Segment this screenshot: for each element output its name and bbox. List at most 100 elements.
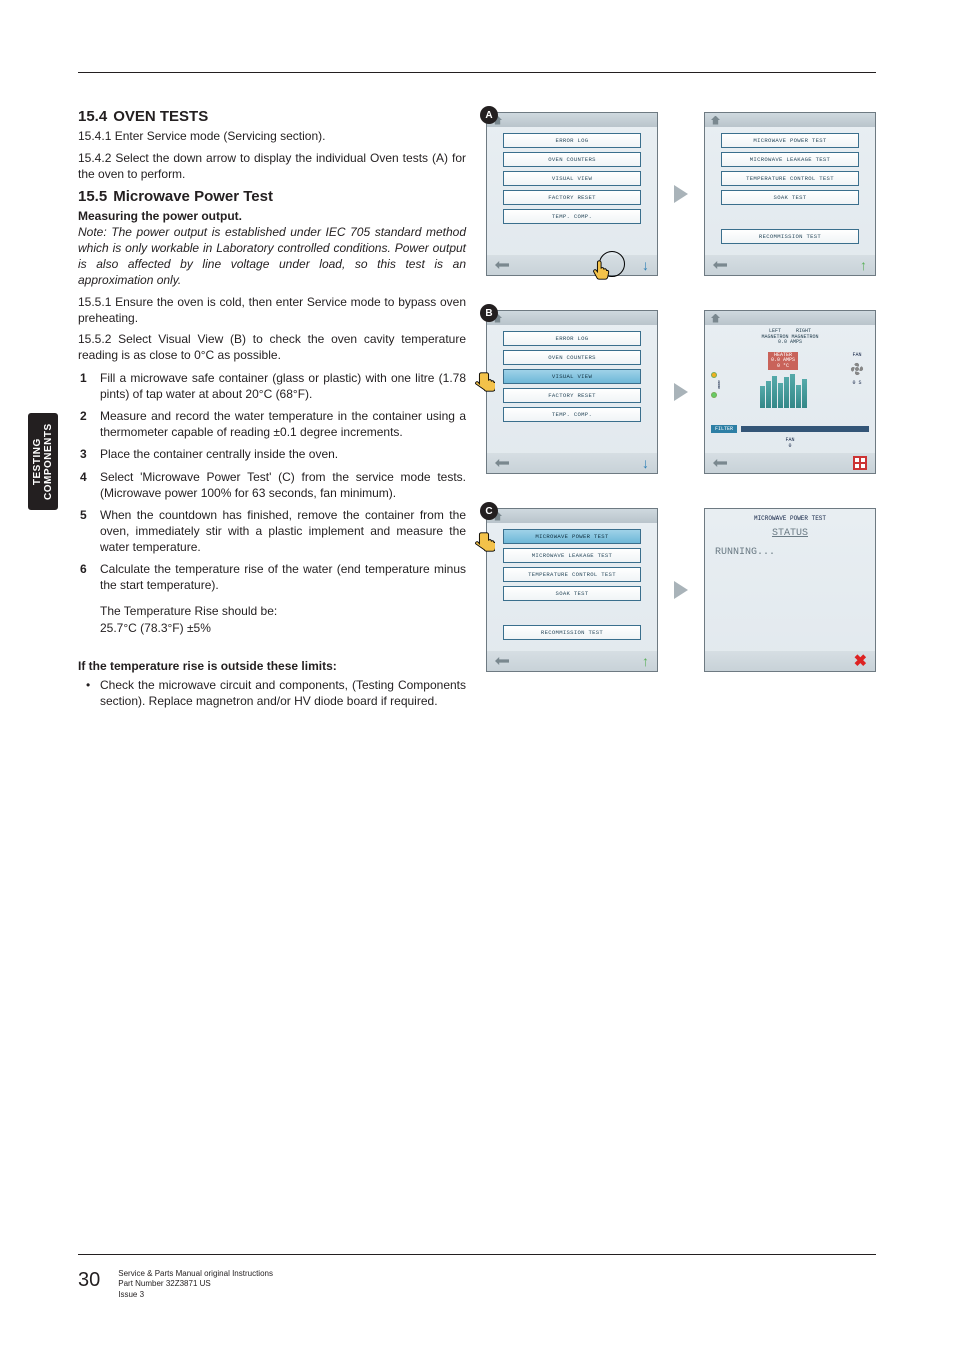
transition-arrow-icon: [674, 581, 688, 599]
para-15-4-2: 15.4.2 Select the down arrow to display …: [78, 151, 466, 183]
menu-item[interactable]: SOAK TEST: [503, 586, 641, 601]
menu-item[interactable]: RECOMMISSION TEST: [721, 229, 859, 244]
step-text: Calculate the temperature rise of the wa…: [100, 562, 466, 592]
menu-item[interactable]: OVEN COUNTERS: [503, 350, 641, 365]
back-icon[interactable]: [713, 261, 727, 269]
menu-item-selected[interactable]: MICROWAVE POWER TEST: [503, 529, 641, 544]
menu-body: MICROWAVE POWER TEST MICROWAVE LEAKAGE T…: [487, 523, 657, 651]
down-arrow-icon[interactable]: ↓: [642, 257, 649, 273]
run-body: MICROWAVE POWER TEST STATUS RUNNING...: [705, 509, 875, 651]
menu-body: ERROR LOG OVEN COUNTERS VISUAL VIEW FACT…: [487, 325, 657, 453]
door-label: DOOR: [711, 381, 721, 389]
back-icon[interactable]: [713, 459, 727, 467]
grid-icon[interactable]: [853, 456, 867, 470]
menu-item-selected[interactable]: VISUAL VIEW: [503, 369, 641, 384]
transition-arrow-icon: [674, 185, 688, 203]
vv-right: FAN 0 S: [845, 352, 869, 420]
vv-door-col: DOOR: [711, 352, 721, 420]
menu-item[interactable]: OVEN COUNTERS: [503, 152, 641, 167]
pointer-hand-icon: [591, 259, 613, 281]
pointer-hand-icon: [473, 531, 495, 553]
screen-footer: ✖: [705, 651, 875, 671]
menu-item[interactable]: ERROR LOG: [503, 331, 641, 346]
fan-bottom: FAN 0: [711, 437, 869, 449]
screen-footer: ↑: [487, 651, 657, 671]
step-text: When the countdown has finished, remove …: [100, 508, 466, 554]
menu-item[interactable]: RECOMMISSION TEST: [503, 625, 641, 640]
step-2: 2Measure and record the water temperatur…: [100, 408, 466, 440]
menu-item[interactable]: TEMP. COMP.: [503, 407, 641, 422]
home-icon[interactable]: [711, 116, 720, 125]
page-number: 30: [78, 1269, 100, 1292]
result-block: The Temperature Rise should be: 25.7°C (…: [78, 603, 466, 637]
menu-item[interactable]: ERROR LOG: [503, 133, 641, 148]
home-icon[interactable]: [711, 314, 720, 323]
screen-footer: [705, 453, 875, 473]
numbered-steps: 1Fill a microwave safe container (glass …: [78, 370, 466, 593]
para-15-4-1: 15.4.1 Enter Service mode (Servicing sec…: [78, 129, 466, 145]
heading-15-4: 15.4OVEN TESTS: [78, 108, 466, 125]
callout-c: C: [480, 502, 498, 520]
top-rule: [78, 72, 876, 73]
transition-arrow-icon: [674, 383, 688, 401]
menu-item[interactable]: MICROWAVE LEAKAGE TEST: [721, 152, 859, 167]
limits-heading: If the temperature rise is outside these…: [78, 659, 466, 673]
step-text: Place the container centrally inside the…: [100, 447, 338, 461]
visual-view-body: LEFT RIGHT MAGNETRON MAGNETRON 0.0 AMPS …: [705, 325, 875, 453]
step-1: 1Fill a microwave safe container (glass …: [100, 370, 466, 402]
pointer-hand-icon: [473, 371, 495, 393]
side-tab: TESTING COMPONENTS: [28, 413, 58, 510]
step-4: 4Select 'Microwave Power Test' (C) from …: [100, 469, 466, 501]
up-arrow-icon[interactable]: ↑: [860, 257, 867, 273]
screen-footer: ↑: [705, 255, 875, 275]
footer-text: Service & Parts Manual original Instruct…: [118, 1269, 273, 1301]
menu-item[interactable]: TEMPERATURE CONTROL TEST: [721, 171, 859, 186]
menu-item[interactable]: TEMP. COMP.: [503, 209, 641, 224]
screen-footer: ↓: [487, 255, 657, 275]
figure-a: A ERROR LOG OVEN COUNTERS VISUAL VIEW FA…: [486, 112, 876, 276]
footer-line: Issue 3: [118, 1290, 273, 1301]
screen-b-right: LEFT RIGHT MAGNETRON MAGNETRON 0.0 AMPS …: [704, 310, 876, 474]
step-3: 3Place the container centrally inside th…: [100, 446, 466, 462]
screen-c-right: MICROWAVE POWER TEST STATUS RUNNING... ✖: [704, 508, 876, 672]
menu-item[interactable]: FACTORY RESET: [503, 388, 641, 403]
menu-item[interactable]: VISUAL VIEW: [503, 171, 641, 186]
close-icon[interactable]: ✖: [854, 651, 867, 671]
subhead-measuring: Measuring the power output.: [78, 209, 466, 223]
bar-gauge: [760, 372, 807, 408]
filter-row: FILTER: [711, 425, 869, 433]
menu-item[interactable]: TEMPERATURE CONTROL TEST: [503, 567, 641, 582]
figure-b: B ERROR LOG OVEN COUNTERS VISUAL VIEW FA…: [486, 310, 876, 474]
figure-column: A ERROR LOG OVEN COUNTERS VISUAL VIEW FA…: [486, 108, 876, 1241]
menu-body: MICROWAVE POWER TEST MICROWAVE LEAKAGE T…: [705, 127, 875, 255]
status-label: STATUS: [715, 528, 865, 539]
run-title: MICROWAVE POWER TEST: [715, 515, 865, 522]
para-15-5-1: 15.5.1 Ensure the oven is cold, then ent…: [78, 295, 466, 327]
para-15-5-2: 15.5.2 Select Visual View (B) to check t…: [78, 332, 466, 364]
menu-body: ERROR LOG OVEN COUNTERS VISUAL VIEW FACT…: [487, 127, 657, 255]
zero-s: 0 S: [852, 380, 861, 386]
page-footer: 30 Service & Parts Manual original Instr…: [78, 1269, 876, 1301]
menu-item[interactable]: FACTORY RESET: [503, 190, 641, 205]
vv-center: HEATER 0.0 AMPS 0 °C: [724, 352, 842, 420]
down-arrow-icon[interactable]: ↓: [642, 455, 649, 471]
up-arrow-icon[interactable]: ↑: [642, 653, 649, 669]
sec-title: Microwave Power Test: [113, 188, 273, 205]
screen-topbar: [487, 311, 657, 325]
back-icon[interactable]: [495, 261, 509, 269]
menu-item[interactable]: SOAK TEST: [721, 190, 859, 205]
back-icon[interactable]: [495, 657, 509, 665]
footer-line: Service & Parts Manual original Instruct…: [118, 1269, 273, 1280]
menu-item[interactable]: MICROWAVE POWER TEST: [721, 133, 859, 148]
screen-c-left: MICROWAVE POWER TEST MICROWAVE LEAKAGE T…: [486, 508, 658, 672]
filter-label: FILTER: [711, 425, 737, 433]
running-text: RUNNING...: [715, 547, 865, 558]
limits-bullet: Check the microwave circuit and componen…: [100, 677, 466, 709]
back-icon[interactable]: [495, 459, 509, 467]
step-text: Select 'Microwave Power Test' (C) from t…: [100, 470, 466, 500]
screen-b-left: ERROR LOG OVEN COUNTERS VISUAL VIEW FACT…: [486, 310, 658, 474]
menu-item[interactable]: MICROWAVE LEAKAGE TEST: [503, 548, 641, 563]
screen-footer: ↓: [487, 453, 657, 473]
heading-15-5: 15.5Microwave Power Test: [78, 188, 466, 205]
led-icon: [711, 392, 717, 398]
